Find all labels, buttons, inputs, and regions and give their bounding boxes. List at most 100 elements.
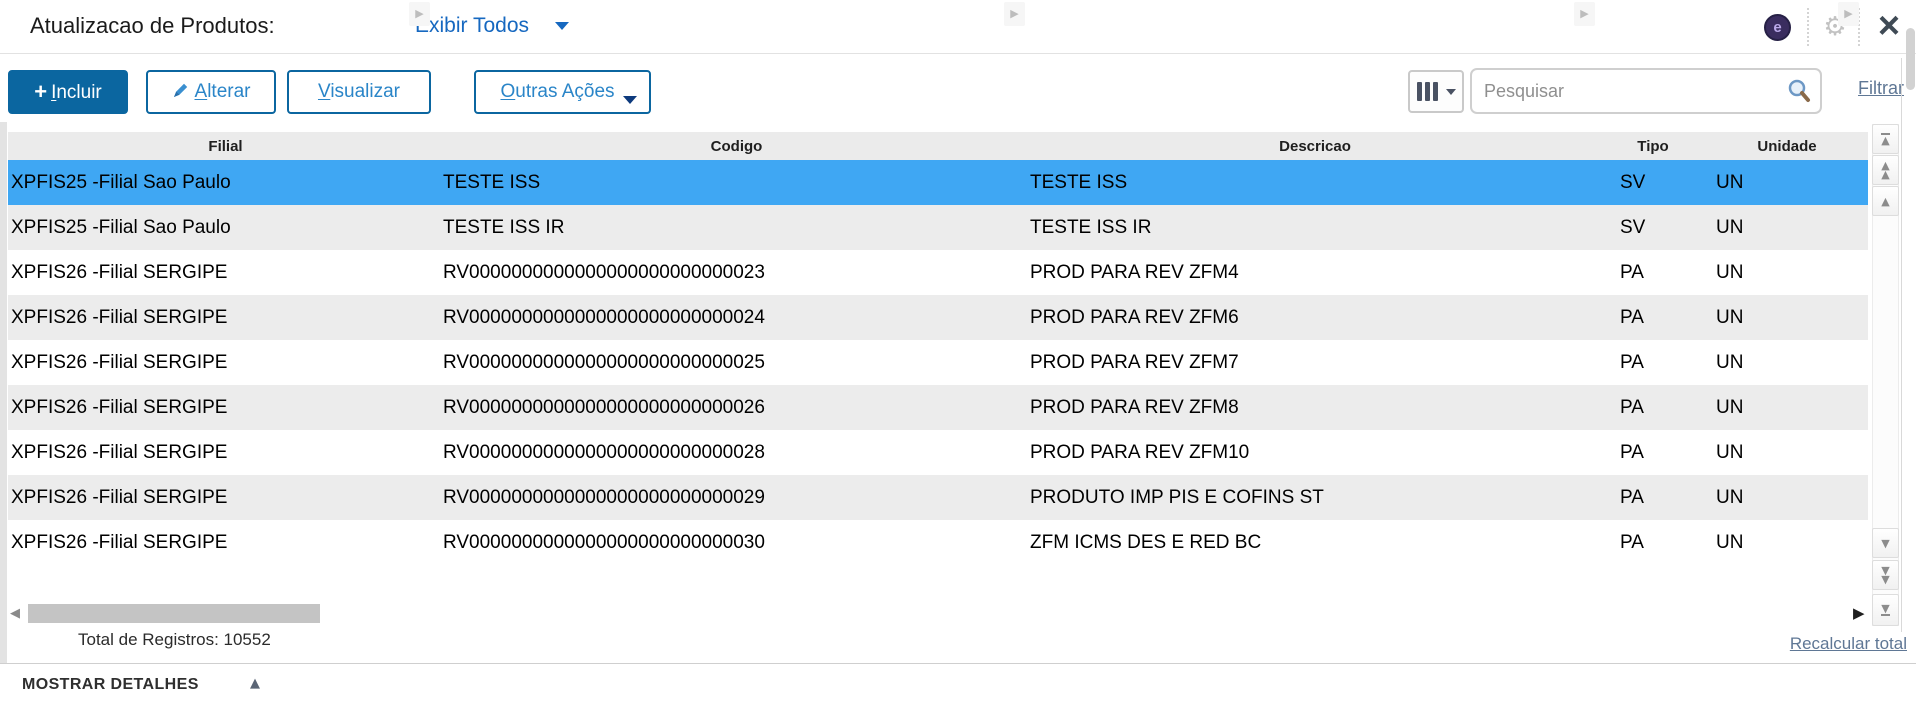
divider	[1807, 8, 1809, 46]
visualizar-button[interactable]: Visualizar	[287, 70, 431, 114]
cell-codigo: TESTE ISS IR	[443, 205, 1030, 250]
outras-acoes-button[interactable]: Outras Ações	[474, 70, 651, 114]
app-window: Atualizacao de Produtos: Exibir Todos e …	[0, 0, 1916, 706]
cell-descricao: PROD PARA REV ZFM4	[1030, 250, 1600, 295]
column-config-button[interactable]	[1408, 70, 1464, 113]
cell-filial: XPFIS25 -Filial Sao Paulo	[8, 205, 443, 250]
cell-unidade: UN	[1706, 475, 1868, 520]
plus-icon: +	[34, 79, 47, 104]
table-row[interactable]: XPFIS26 -Filial SERGIPERV000000000000000…	[8, 430, 1868, 475]
scroll-down-button[interactable]: ▼	[1872, 528, 1899, 558]
arrow-down-icon: ▼	[1881, 539, 1889, 548]
chevron-down-icon	[623, 96, 637, 104]
cell-codigo: RV0000000000000000000000000026	[443, 385, 1030, 430]
window-scrollbar-thumb[interactable]	[1906, 28, 1915, 90]
table-row[interactable]: XPFIS25 -Filial Sao PauloTESTE ISSTESTE …	[8, 160, 1868, 205]
pencil-icon	[172, 83, 189, 104]
collapse-arrow-icon: ▲	[250, 676, 260, 691]
table-row[interactable]: XPFIS26 -Filial SERGIPERV000000000000000…	[8, 520, 1868, 565]
incluir-button[interactable]: +Incluir	[8, 70, 128, 114]
view-selector-dropdown[interactable]: Exibir Todos	[415, 14, 569, 38]
arrow-up-line-icon: ▲	[1881, 133, 1889, 145]
cell-descricao: TESTE ISS	[1030, 160, 1600, 205]
cell-descricao: PRODUTO IMP PIS E COFINS ST	[1030, 475, 1600, 520]
cell-tipo: PA	[1600, 520, 1706, 565]
cell-filial: XPFIS26 -Filial SERGIPE	[8, 295, 443, 340]
cell-unidade: UN	[1706, 295, 1868, 340]
app-badge-icon[interactable]: e	[1764, 14, 1791, 41]
cell-descricao: PROD PARA REV ZFM10	[1030, 430, 1600, 475]
column-expand-icon[interactable]: ▶	[1574, 2, 1595, 26]
page-down-button[interactable]: ▼▼	[1872, 560, 1899, 590]
alterar-button[interactable]: Alterar	[146, 70, 276, 114]
cell-tipo: PA	[1600, 430, 1706, 475]
cell-codigo: RV0000000000000000000000000029	[443, 475, 1030, 520]
recalcular-total-link[interactable]: Recalcular total	[1790, 634, 1907, 654]
button-label: O	[500, 81, 515, 102]
chevron-down-icon	[555, 22, 569, 30]
cell-tipo: SV	[1600, 205, 1706, 250]
cell-tipo: PA	[1600, 295, 1706, 340]
cell-filial: XPFIS26 -Filial SERGIPE	[8, 250, 443, 295]
search-input[interactable]	[1484, 72, 1774, 110]
page-title: Atualizacao de Produtos:	[30, 13, 275, 39]
cell-filial: XPFIS26 -Filial SERGIPE	[8, 475, 443, 520]
button-label: utras Ações	[515, 81, 614, 102]
cell-unidade: UN	[1706, 160, 1868, 205]
table-row[interactable]: XPFIS26 -Filial SERGIPERV000000000000000…	[8, 250, 1868, 295]
scroll-right-icon[interactable]: ▶	[1853, 603, 1865, 623]
column-header-tipo[interactable]: Tipo	[1600, 138, 1706, 155]
total-records-label: Total de Registros: 10552	[78, 630, 271, 650]
cell-codigo: RV0000000000000000000000000030	[443, 520, 1030, 565]
cell-tipo: PA	[1600, 250, 1706, 295]
table-row[interactable]: XPFIS26 -Filial SERGIPERV000000000000000…	[8, 475, 1868, 520]
cell-tipo: PA	[1600, 475, 1706, 520]
button-label: lterar	[207, 81, 250, 102]
column-header-codigo[interactable]: Codigo	[443, 138, 1030, 155]
mostrar-detalhes-label: MOSTRAR DETALHES	[22, 676, 199, 694]
columns-icon	[1417, 82, 1422, 101]
scroll-to-top-button[interactable]: ▲	[1872, 124, 1899, 154]
cell-codigo: RV0000000000000000000000000023	[443, 250, 1030, 295]
filtrar-link[interactable]: Filtrar	[1858, 78, 1904, 99]
titlebar: Atualizacao de Produtos: Exibir Todos e …	[0, 0, 1916, 53]
cell-tipo: PA	[1600, 340, 1706, 385]
search-icon[interactable]	[1786, 78, 1812, 109]
table-header: Filial Codigo Descricao Tipo Unidade	[8, 132, 1868, 160]
table-row[interactable]: XPFIS26 -Filial SERGIPERV000000000000000…	[8, 340, 1868, 385]
cell-codigo: RV0000000000000000000000000024	[443, 295, 1030, 340]
column-header-descricao[interactable]: Descricao	[1030, 138, 1600, 155]
horizontal-scrollbar-thumb[interactable]	[28, 604, 320, 623]
cell-tipo: PA	[1600, 385, 1706, 430]
arrow-up-icon: ▲	[1881, 197, 1889, 206]
cell-unidade: UN	[1706, 340, 1868, 385]
table-row[interactable]: XPFIS25 -Filial Sao PauloTESTE ISS IRTES…	[8, 205, 1868, 250]
chevron-down-icon	[1446, 89, 1456, 95]
page-up-button[interactable]: ▲▲	[1872, 155, 1899, 185]
table-row[interactable]: XPFIS26 -Filial SERGIPERV000000000000000…	[8, 295, 1868, 340]
button-label: V	[318, 81, 330, 102]
cell-unidade: UN	[1706, 205, 1868, 250]
table-body: XPFIS25 -Filial Sao PauloTESTE ISSTESTE …	[8, 160, 1868, 565]
cell-descricao: TESTE ISS IR	[1030, 205, 1600, 250]
scroll-up-button[interactable]: ▲	[1872, 186, 1899, 216]
view-selector-label: Exibir Todos	[415, 14, 529, 37]
column-expand-icon[interactable]: ▶	[1838, 2, 1859, 26]
column-header-unidade[interactable]: Unidade	[1706, 138, 1868, 155]
scroll-left-icon[interactable]: ◀	[10, 604, 20, 624]
scroll-to-end-button[interactable]: ▼	[1872, 594, 1899, 626]
column-expand-icon[interactable]: ▶	[409, 2, 430, 26]
mostrar-detalhes-bar[interactable]: MOSTRAR DETALHES ▲	[0, 664, 1916, 706]
button-label: isualizar	[330, 81, 400, 102]
cell-filial: XPFIS26 -Filial SERGIPE	[8, 430, 443, 475]
cell-filial: XPFIS26 -Filial SERGIPE	[8, 340, 443, 385]
search-box	[1470, 68, 1822, 114]
table-row[interactable]: XPFIS26 -Filial SERGIPERV000000000000000…	[8, 385, 1868, 430]
column-header-filial[interactable]: Filial	[8, 138, 443, 155]
close-icon[interactable]: ×	[1872, 4, 1906, 48]
column-expand-icon[interactable]: ▶	[1004, 2, 1025, 26]
cell-descricao: ZFM ICMS DES E RED BC	[1030, 520, 1600, 565]
toolbar: +Incluir Alterar Visualizar Outras Ações	[0, 54, 1916, 122]
arrow-down-line-icon: ▼	[1881, 604, 1889, 616]
cell-codigo: TESTE ISS	[443, 160, 1030, 205]
